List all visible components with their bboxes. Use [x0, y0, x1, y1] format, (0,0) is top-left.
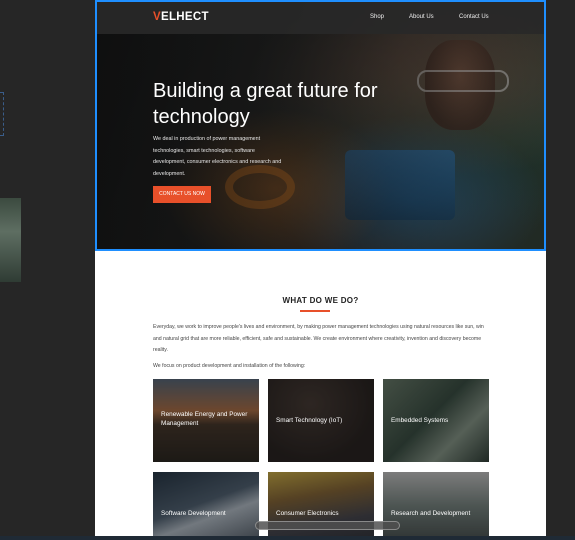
card-label: Software Development — [161, 510, 226, 517]
contact-us-button[interactable]: CONTACT US NOW — [153, 186, 211, 203]
card-label: Consumer Electronics — [276, 510, 339, 517]
image-thumbnail[interactable] — [0, 198, 21, 282]
nav-link-contact[interactable]: Contact Us — [459, 14, 489, 20]
top-navigation: VELHECT Shop About Us Contact Us — [95, 0, 546, 34]
horizontal-scrollbar[interactable] — [255, 521, 400, 530]
section-intro: Everyday, we work to improve people's li… — [153, 324, 484, 353]
service-card[interactable]: Embedded Systems — [383, 379, 489, 462]
card-label: Embedded Systems — [391, 417, 449, 424]
service-card[interactable]: Software Development — [153, 472, 259, 540]
hero-section[interactable]: VELHECT Shop About Us Contact Us Buildin… — [95, 0, 546, 251]
card-label: Renewable Energy and Power Management — [161, 411, 248, 427]
hero-description: We deal in production of power managemen… — [153, 136, 282, 177]
panel-resize-handle[interactable] — [0, 92, 4, 136]
hero-title: Building a great future for technology — [153, 80, 378, 128]
nav-link-shop[interactable]: Shop — [370, 14, 384, 20]
nav-link-about[interactable]: About Us — [409, 14, 434, 20]
card-overlay — [153, 472, 259, 540]
service-card[interactable]: Smart Technology (IoT) — [268, 379, 374, 462]
section-focus-text: We focus on product development and inst… — [153, 363, 306, 369]
editor-right-panel — [546, 0, 575, 540]
editor-bottom-bar — [0, 536, 575, 540]
brand-logo[interactable]: VELHECT — [153, 11, 209, 23]
editor-left-panel — [0, 0, 95, 540]
card-label: Research and Development — [391, 510, 471, 517]
card-label: Smart Technology (IoT) — [276, 417, 343, 424]
logo-text: ELHECT — [160, 11, 209, 23]
title-underline — [300, 310, 330, 312]
section-title: WHAT DO WE DO? — [282, 296, 359, 305]
service-card[interactable]: Renewable Energy and Power Management — [153, 379, 259, 462]
card-overlay — [383, 472, 489, 540]
logo-mark: V — [153, 11, 161, 23]
service-card[interactable]: Research and Development — [383, 472, 489, 540]
page-canvas: VELHECT Shop About Us Contact Us Buildin… — [95, 0, 546, 540]
